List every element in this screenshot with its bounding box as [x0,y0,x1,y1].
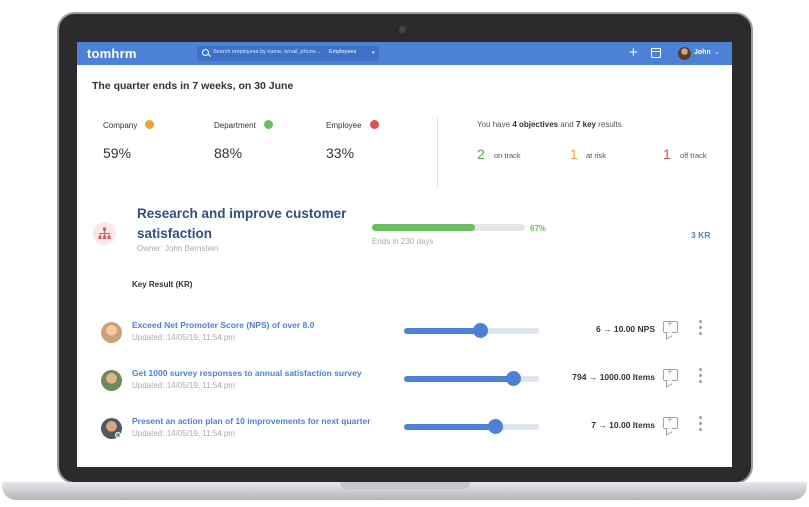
kr-title[interactable]: Exceed Net Promoter Score (NPS) of over … [132,320,314,330]
kr-row: Get 1000 survey responses to annual sati… [77,367,732,408]
objective-progress-bar [372,224,525,231]
slider-fill [404,328,481,334]
add-button[interactable]: + [629,44,638,62]
app-logo[interactable]: tomhrm [87,46,137,61]
kr-value: 794 → 1000.00 Items [572,372,655,382]
slider-thumb[interactable] [473,323,489,338]
stat-employee-label: Employee [326,120,379,130]
kr-heading: Key Result (KR) [132,280,193,289]
slider-thumb[interactable] [505,371,521,386]
kr-title[interactable]: Get 1000 survey responses to annual sati… [132,368,362,378]
divider [437,118,438,188]
online-status-icon [115,432,121,438]
status-dot-icon [369,120,379,129]
top-nav-bar: tomhrm Search employees by name, email, … [77,42,732,65]
app-screen: tomhrm Search employees by name, email, … [77,42,732,467]
kr-row: Present an action plan of 10 improvement… [77,415,732,456]
search-scope-select[interactable]: Employees [329,49,356,55]
stat-company-value: 59% [103,145,132,161]
kr-progress-slider[interactable] [404,328,539,334]
add-comment-icon[interactable] [663,367,678,381]
objective-progress-percent: 67% [530,224,547,233]
avatar[interactable] [101,322,122,343]
laptop-notch [340,482,470,489]
objective-owner: Owner: John Bernstein [137,244,219,253]
kr-value: 7 → 10.00 Items [591,420,655,430]
on-track-count: 2 [477,146,485,162]
status-dot-icon [263,120,273,129]
slider-fill [404,376,514,382]
stat-company-label: Company [103,120,155,130]
on-track-label: on track [494,151,521,160]
kr-title[interactable]: Present an action plan of 10 improvement… [132,416,371,426]
at-risk-label: at risk [586,151,607,160]
camera-icon [399,26,406,33]
search-icon [202,49,209,56]
chevron-down-icon[interactable]: ▾ [372,50,375,56]
add-comment-icon[interactable] [663,319,678,333]
user-name[interactable]: John [694,49,711,56]
objective-kr-count[interactable]: 3 KR [691,230,710,240]
kr-value: 6 → 10.00 NPS [595,324,655,334]
kr-updated: Updated: 14/05/19, 11:54 pm [132,333,236,342]
kr-progress-slider[interactable] [404,424,539,430]
more-options-icon[interactable] [698,320,704,336]
slider-thumb[interactable] [488,419,504,434]
chevron-down-icon[interactable]: ⌄ [714,48,720,56]
search-input[interactable]: Search employees by name, email, phone..… [197,46,379,61]
stat-department-label: Department [214,120,273,130]
more-options-icon[interactable] [698,368,704,384]
objective-title[interactable]: Research and improve customer satisfacti… [137,204,377,244]
kr-updated: Updated: 14/05/19, 11:54 pm [132,429,236,438]
kr-row: Exceed Net Promoter Score (NPS) of over … [77,319,732,360]
status-dot-icon [145,120,155,129]
objective-ends: Ends in 230 days [372,237,434,246]
user-avatar[interactable] [678,47,691,60]
search-placeholder: Search employees by name, email, phone..… [213,49,321,55]
off-track-label: off track [680,151,707,160]
objective-progress-fill [372,224,475,231]
org-chart-icon [93,222,116,245]
avatar[interactable] [101,370,122,391]
page-title: The quarter ends in 7 weeks, on 30 June [92,80,294,92]
objectives-summary: You have 4 objectives and 7 key results [477,120,622,129]
off-track-count: 1 [663,146,671,162]
add-comment-icon[interactable] [663,415,678,429]
calendar-icon[interactable] [651,48,661,58]
more-options-icon[interactable] [698,416,704,432]
stat-department-value: 88% [214,145,243,161]
at-risk-count: 1 [570,146,578,162]
stat-employee-value: 33% [326,145,355,161]
kr-updated: Updated: 14/05/19, 11:54 pm [132,381,236,390]
slider-fill [404,424,496,430]
